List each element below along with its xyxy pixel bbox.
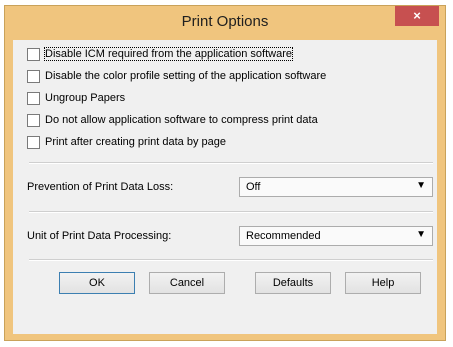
chevron-down-icon: ▼	[416, 180, 426, 191]
chevron-down-icon: ▼	[416, 229, 426, 240]
option-label: Print after creating print data by page	[45, 136, 226, 148]
option-no-compress[interactable]: Do not allow application software to com…	[27, 112, 318, 128]
dialog-title: Print Options	[181, 13, 269, 30]
option-print-by-page[interactable]: Print after creating print data by page	[27, 134, 226, 150]
option-ungroup-papers[interactable]: Ungroup Papers	[27, 90, 125, 106]
ok-button[interactable]: OK	[59, 272, 135, 294]
separator	[29, 162, 433, 164]
unit-value: Recommended	[246, 230, 321, 242]
option-label: Do not allow application software to com…	[45, 114, 318, 126]
dialog-body: Disable ICM required from the applicatio…	[13, 40, 437, 334]
prevention-label: Prevention of Print Data Loss:	[27, 181, 174, 193]
option-disable-icm[interactable]: Disable ICM required from the applicatio…	[27, 46, 294, 62]
unit-dropdown[interactable]: Recommended ▼	[239, 226, 433, 246]
option-disable-color-profile[interactable]: Disable the color profile setting of the…	[27, 68, 326, 84]
prevention-dropdown[interactable]: Off ▼	[239, 177, 433, 197]
close-button[interactable]: ×	[395, 6, 439, 26]
defaults-button[interactable]: Defaults	[255, 272, 331, 294]
checkbox[interactable]	[27, 135, 40, 149]
option-label: Disable the color profile setting of the…	[45, 70, 327, 82]
unit-label: Unit of Print Data Processing:	[27, 230, 172, 242]
cancel-button[interactable]: Cancel	[149, 272, 225, 294]
option-label: Disable ICM required from the applicatio…	[43, 47, 294, 61]
checkbox[interactable]	[27, 113, 40, 127]
checkbox[interactable]	[27, 47, 40, 61]
title-bar[interactable]: Print Options ×	[5, 6, 445, 36]
help-button[interactable]: Help	[345, 272, 421, 294]
separator	[29, 259, 433, 261]
print-options-dialog: Print Options × Disable ICM required fro…	[4, 5, 446, 341]
separator	[29, 211, 433, 213]
close-icon: ×	[413, 8, 421, 23]
checkbox[interactable]	[27, 91, 40, 105]
option-label: Ungroup Papers	[45, 92, 126, 104]
prevention-value: Off	[246, 181, 261, 193]
checkbox[interactable]	[27, 69, 40, 83]
